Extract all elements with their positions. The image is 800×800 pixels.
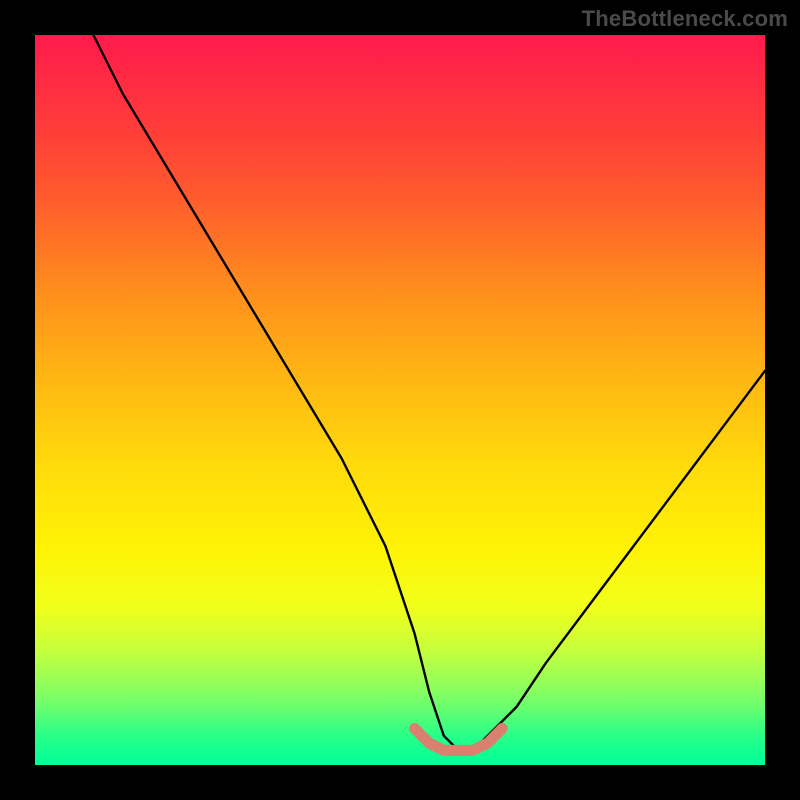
chart-frame: TheBottleneck.com — [0, 0, 800, 800]
plot-area — [35, 35, 765, 765]
watermark-text: TheBottleneck.com — [582, 6, 788, 32]
curve-layer — [35, 35, 765, 765]
bottleneck-curve — [93, 35, 765, 750]
optimal-band — [415, 729, 503, 751]
